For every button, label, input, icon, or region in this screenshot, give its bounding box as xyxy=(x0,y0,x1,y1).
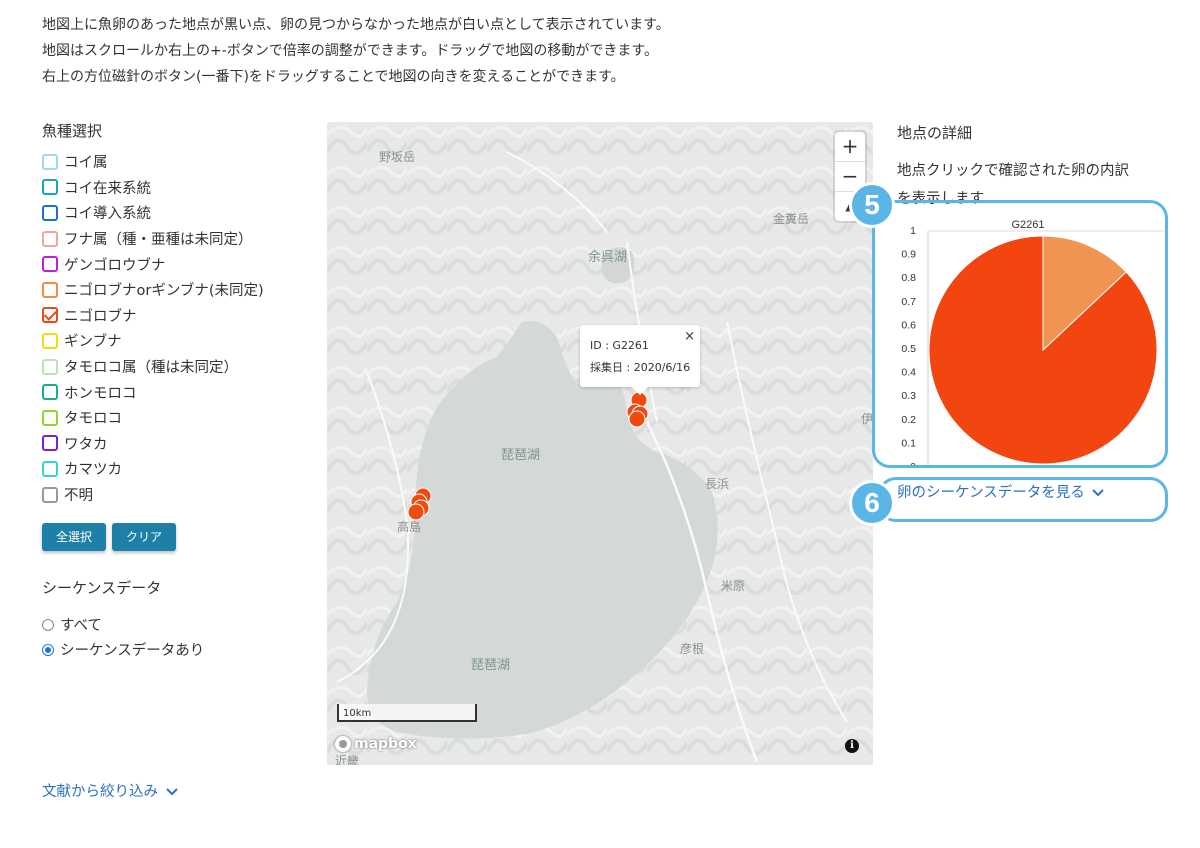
species-option[interactable]: タモロコ xyxy=(42,405,312,431)
sequence-data-link[interactable]: 卵のシーケンスデータを見る xyxy=(897,481,1105,502)
species-label: ニゴロブナ xyxy=(64,308,137,325)
clear-button[interactable]: クリア xyxy=(112,523,177,552)
species-option[interactable]: フナ属（種・亜種は未同定） xyxy=(42,226,312,252)
species-checkbox[interactable] xyxy=(42,204,58,221)
species-checkbox[interactable] xyxy=(42,153,58,170)
popup-id: ID : G2261 xyxy=(590,339,649,352)
popup-close-icon[interactable]: × xyxy=(684,329,695,344)
species-list: コイ属 コイ在来系統 コイ導入系統 フナ属（種・亜種は未同定） ゲンゴロウブナ ニゴロブナ… xyxy=(42,149,312,507)
zoom-in-button[interactable]: + xyxy=(835,132,865,162)
species-title: 魚種選択 xyxy=(42,122,103,140)
intro-line-1: 地図上に魚卵のあった地点が黒い点、卵の見つからなかった地点が白い点として表示され… xyxy=(42,17,670,33)
callout-5-frame xyxy=(872,200,1168,468)
map-marker[interactable] xyxy=(628,410,646,428)
species-label: ホンモロコ xyxy=(64,385,137,402)
species-option[interactable]: ホンモロコ xyxy=(42,379,312,405)
detail-desc-line-1: 地点クリックで確認された卵の内訳 xyxy=(897,163,1129,179)
radio-all-label: すべて xyxy=(60,618,102,635)
species-label: タモロコ属（種は未同定） xyxy=(64,360,238,377)
species-option[interactable]: カマツカ xyxy=(42,456,312,482)
species-option[interactable]: ギンブナ xyxy=(42,328,312,354)
species-label: カマツカ xyxy=(64,462,122,479)
radio-with-sequence-button[interactable] xyxy=(42,643,54,656)
sequence-title: シーケンスデータ xyxy=(42,579,162,598)
species-label: コイ導入系統 xyxy=(64,206,151,223)
callout-badge-5: 5 xyxy=(849,182,895,228)
map-scale-label: 10km xyxy=(343,708,372,719)
species-option[interactable]: コイ属 xyxy=(42,149,312,175)
chevron-down-icon xyxy=(165,788,178,796)
species-label: タモロコ xyxy=(64,411,122,428)
species-label: ワタカ xyxy=(64,436,108,453)
intro-text: 地図上に魚卵のあった地点が黒い点、卵の見つからなかった地点が白い点として表示され… xyxy=(42,12,670,90)
map-info-icon[interactable]: i xyxy=(845,739,859,753)
species-checkbox[interactable] xyxy=(42,358,58,375)
species-checkbox[interactable] xyxy=(42,230,58,247)
species-checkbox[interactable] xyxy=(42,435,58,452)
species-label: 不明 xyxy=(64,488,93,505)
species-checkbox[interactable] xyxy=(42,384,58,401)
species-label: ニゴロブナorギンブナ(未同定) xyxy=(64,283,264,300)
species-label: コイ在来系統 xyxy=(64,180,151,197)
radio-all[interactable]: すべて xyxy=(42,612,312,637)
popup-date: 採集日 : 2020/6/16 xyxy=(590,361,691,374)
intro-line-2: 地図はスクロールか右上の+-ボタンで倍率の調整ができます。ドラッグで地図の移動が… xyxy=(42,43,658,59)
literature-filter-link[interactable]: 文献から絞り込み xyxy=(42,780,178,801)
species-option[interactable]: タモロコ属（種は未同定） xyxy=(42,354,312,380)
species-option[interactable]: ワタカ xyxy=(42,431,312,457)
map-markers xyxy=(407,391,649,521)
radio-with-sequence[interactable]: シーケンスデータあり xyxy=(42,637,312,662)
mapbox-logo[interactable]: mapbox xyxy=(335,736,417,752)
select-all-button[interactable]: 全選択 xyxy=(42,523,107,552)
chevron-down-icon xyxy=(1092,489,1105,497)
literature-filter-label: 文献から絞り込み xyxy=(42,784,158,800)
species-label: フナ属（種・亜種は未同定） xyxy=(64,232,253,249)
species-label: ゲンゴロウブナ xyxy=(64,257,166,274)
species-checkbox[interactable] xyxy=(42,409,58,426)
species-checkbox[interactable] xyxy=(42,281,58,298)
species-checkbox[interactable] xyxy=(42,332,58,349)
species-checkbox[interactable] xyxy=(42,179,58,196)
sequence-data-link-label: 卵のシーケンスデータを見る xyxy=(897,485,1085,501)
radio-with-sequence-label: シーケンスデータあり xyxy=(60,643,205,660)
detail-title: 地点の詳細 xyxy=(897,124,973,142)
species-checkbox[interactable] xyxy=(42,460,58,477)
species-option[interactable]: ゲンゴロウブナ xyxy=(42,251,312,277)
intro-line-3: 右上の方位磁針のボタン(一番下)をドラッグすることで地図の向きを変えることができ… xyxy=(42,69,625,85)
map-scale: 10km xyxy=(337,704,477,722)
species-checkbox[interactable] xyxy=(42,307,58,324)
species-option[interactable]: 不明 xyxy=(42,482,312,508)
filter-panel: 魚種選択 コイ属コイ在来系統 コイ導入系統フナ属（種・亜種は未同定） ゲンゴロウブナ… xyxy=(42,120,312,662)
mapbox-logo-icon xyxy=(335,736,351,752)
species-option[interactable]: コイ在来系統 xyxy=(42,175,312,201)
radio-all-button[interactable] xyxy=(42,618,54,631)
species-label: コイ属 xyxy=(64,155,108,172)
species-checkbox[interactable] xyxy=(42,486,58,503)
map-marker[interactable] xyxy=(407,503,425,521)
species-option[interactable]: コイ導入系統 xyxy=(42,200,312,226)
map[interactable]: 野坂岳 余呉湖 金糞岳 琵琶湖 長浜 高島 米原 彦根 琵琶湖 伊 近畿 + −… xyxy=(327,122,873,765)
mapbox-logo-text: mapbox xyxy=(354,736,417,752)
species-option[interactable]: ニゴロブナorギンブナ(未同定) xyxy=(42,277,312,303)
species-label: ギンブナ xyxy=(64,334,122,351)
callout-badge-6: 6 xyxy=(849,480,895,526)
map-popup: × ID : G2261 採集日 : 2020/6/16 xyxy=(580,325,700,395)
species-checkbox[interactable] xyxy=(42,256,58,273)
species-option[interactable]: ニゴロブナ xyxy=(42,303,312,329)
